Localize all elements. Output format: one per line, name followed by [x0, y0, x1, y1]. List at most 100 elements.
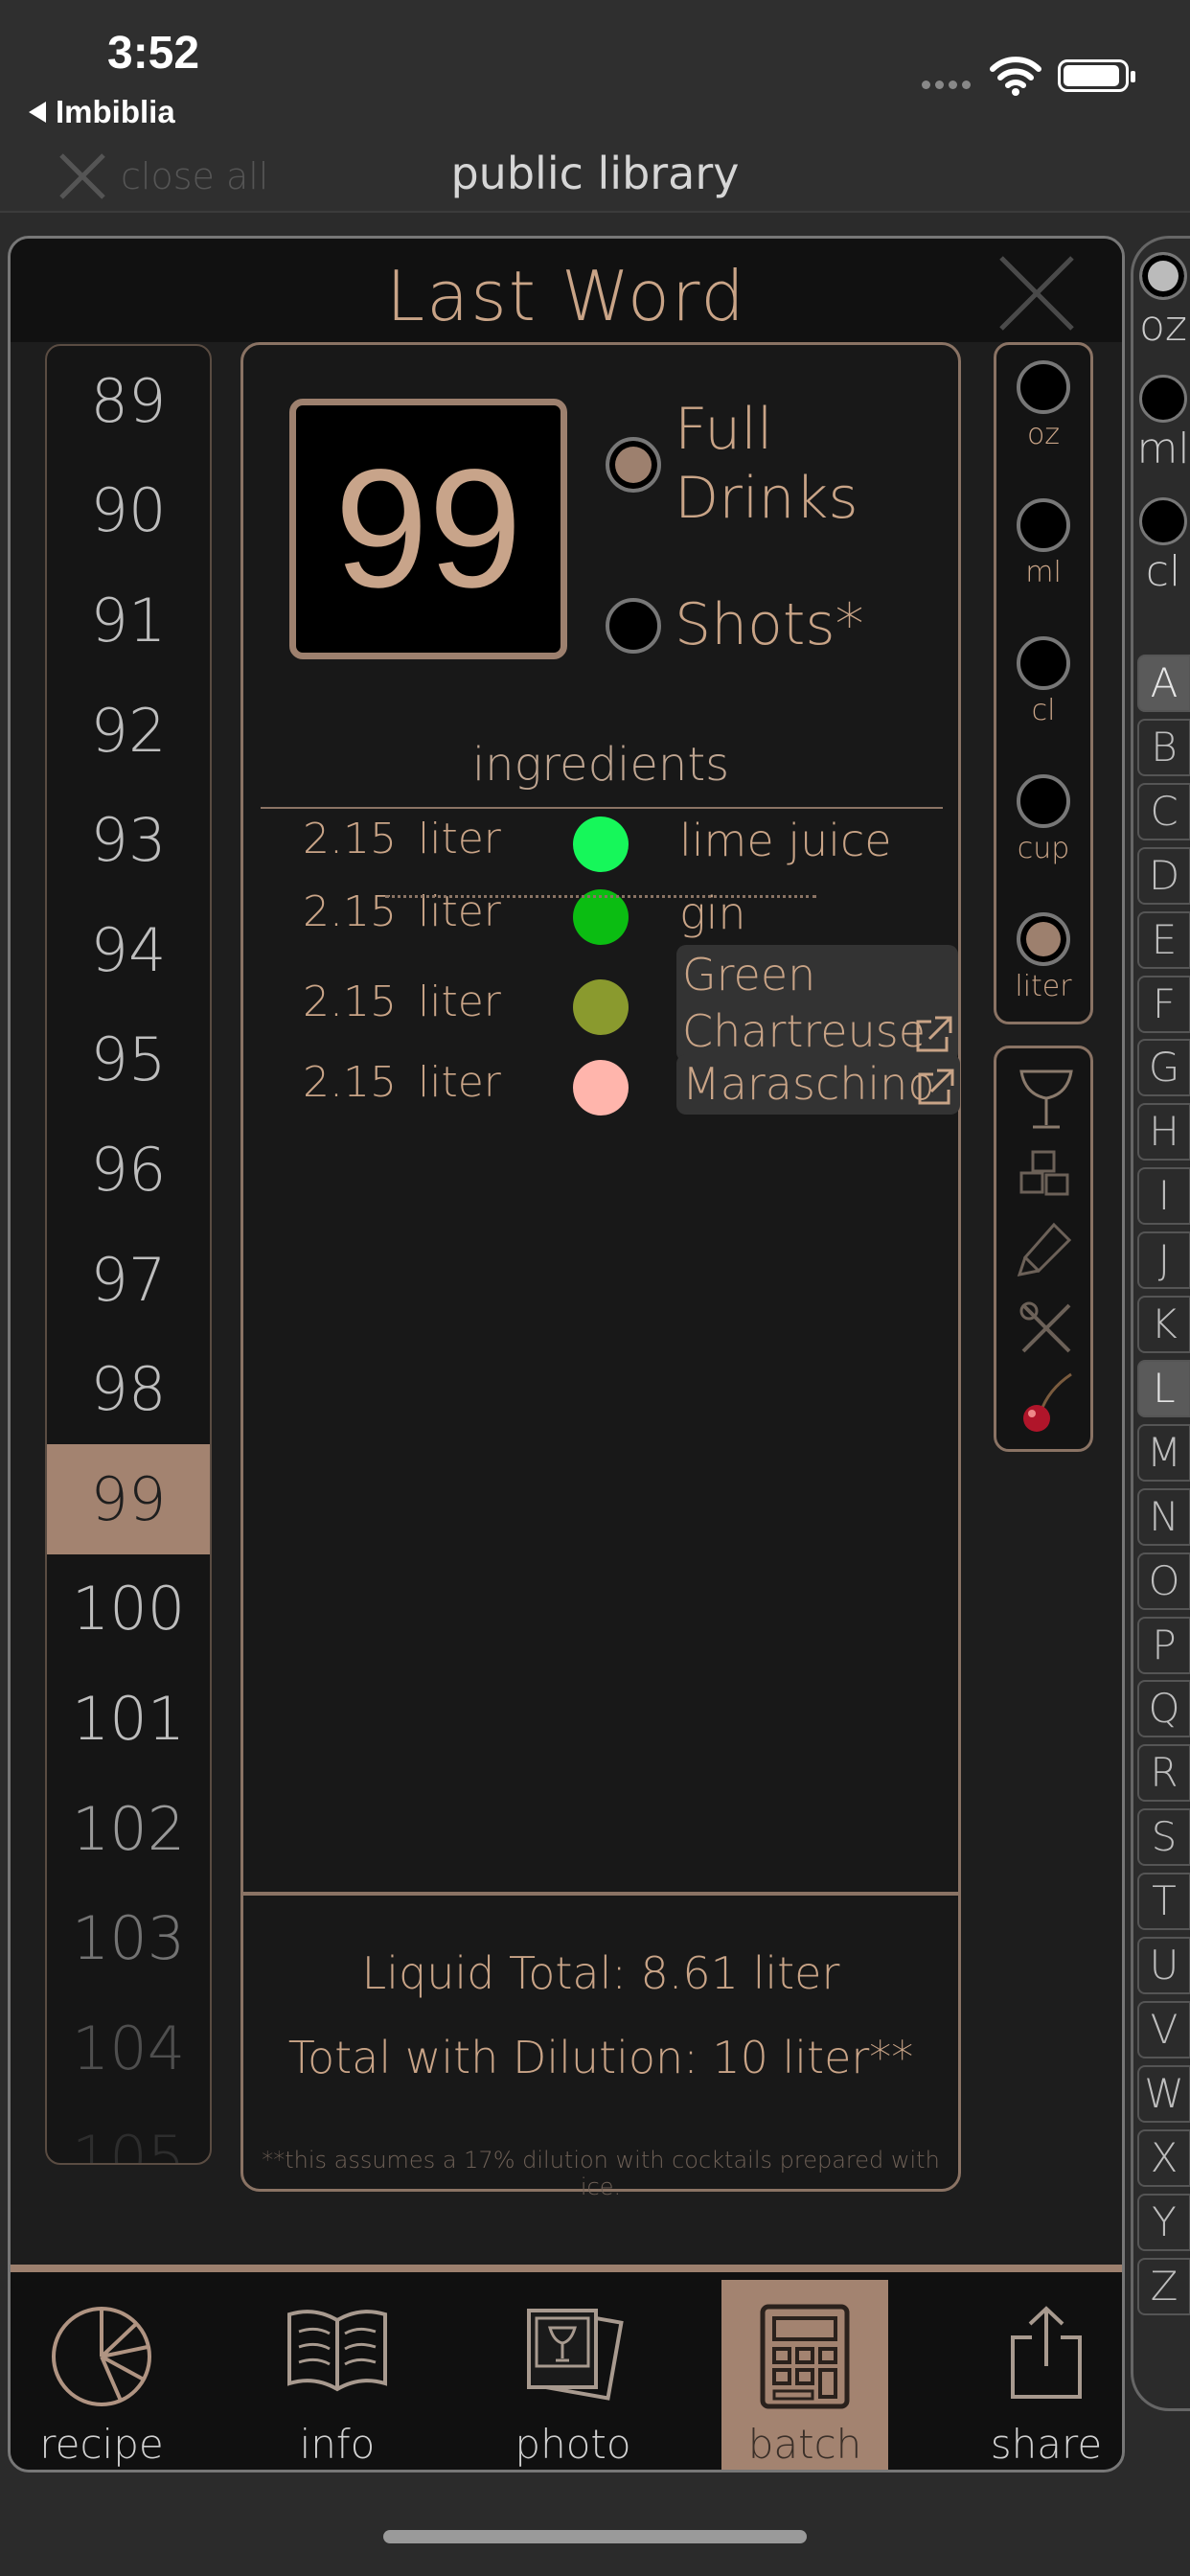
quantity-option[interactable]: 100 [47, 1554, 210, 1665]
wifi-icon [989, 56, 1042, 100]
full-drinks-label: Full Drinks [675, 396, 858, 532]
card-title: Last Word [386, 256, 746, 336]
index-letter-f[interactable]: F [1137, 975, 1190, 1033]
calculator-icon [760, 2304, 850, 2409]
quantity-option[interactable]: 91 [47, 565, 210, 676]
tab-bar: recipe info photo batch share [11, 2265, 1122, 2470]
tab-label: share [990, 2421, 1103, 2468]
quantity-option[interactable]: 97 [47, 1225, 210, 1335]
dotted-separator [385, 895, 816, 898]
recipe-card: Last Word 89 90 91 92 93 94 95 96 97 98 99 100 101 10… [8, 236, 1125, 2472]
quantity-option[interactable]: 102 [47, 1774, 210, 1884]
index-letter-m[interactable]: M [1137, 1423, 1190, 1482]
index-letter-n[interactable]: N [1137, 1487, 1190, 1546]
quantity-option[interactable]: 90 [47, 456, 210, 566]
cherry-icon[interactable] [1016, 1370, 1077, 1438]
cellular-signal-icon [922, 80, 971, 89]
index-letter-p[interactable]: P [1137, 1616, 1190, 1674]
glass-icon[interactable] [1016, 1066, 1077, 1133]
ingredient-link[interactable]: Maraschino [676, 1054, 960, 1115]
home-indicator [383, 2530, 807, 2543]
index-letter-o[interactable]: O [1137, 1552, 1190, 1610]
index-letter-u[interactable]: U [1137, 1937, 1190, 1994]
quantity-option[interactable]: 96 [47, 1115, 210, 1225]
quantity-option[interactable]: 101 [47, 1664, 210, 1774]
tab-share[interactable]: share [963, 2280, 1122, 2470]
shots-radio[interactable] [606, 598, 661, 654]
quantity-picker[interactable]: 89 90 91 92 93 94 95 96 97 98 99 100 101 102 103 104 105 [45, 344, 212, 2165]
side-unit-label: oz [1138, 302, 1187, 351]
quantity-option[interactable]: 89 [47, 346, 210, 456]
quantity-option[interactable]: 99 [47, 1443, 210, 1554]
tab-recipe[interactable]: recipe [18, 2280, 185, 2470]
tab-info[interactable]: info [254, 2280, 421, 2470]
index-letter-j[interactable]: J [1137, 1231, 1190, 1290]
index-letter-k[interactable]: K [1137, 1296, 1190, 1353]
ingredient-unit: liter [418, 978, 501, 1026]
quantity-option[interactable]: 98 [47, 1334, 210, 1444]
index-letter-b[interactable]: B [1137, 718, 1190, 776]
index-letter-i[interactable]: I [1137, 1167, 1190, 1226]
batch-panel: 99 Full Drinks Shots* ingredients 2.15 li… [240, 342, 961, 2200]
side-unit-label: ml [1136, 425, 1190, 473]
unit-option-ml[interactable]: ml [996, 498, 1090, 589]
count-display: 99 [289, 399, 567, 659]
index-letter-s[interactable]: S [1137, 1808, 1190, 1867]
quantity-option[interactable]: 93 [47, 785, 210, 895]
quantity-option[interactable]: 104 [47, 1993, 210, 2104]
unit-radio[interactable] [1017, 360, 1070, 414]
quantity-option[interactable]: 103 [47, 1883, 210, 1993]
ingredient-link[interactable]: Green Chartreuse [676, 945, 958, 1062]
back-to-app[interactable]: Imbiblia [29, 94, 175, 130]
quantity-option[interactable]: 105 [47, 2104, 210, 2163]
ingredient-name: Maraschino [682, 1058, 935, 1110]
index-letter-e[interactable]: E [1137, 910, 1190, 969]
ingredient-color-dot [573, 816, 629, 872]
ingredient-color-dot [573, 1060, 629, 1116]
ice-icon[interactable] [1016, 1148, 1077, 1202]
index-letter-w[interactable]: W [1137, 2064, 1190, 2123]
tab-photo[interactable]: photo [490, 2280, 656, 2470]
quantity-option[interactable]: 92 [47, 676, 210, 786]
unit-radio[interactable] [1017, 498, 1070, 552]
card-close-button[interactable] [997, 254, 1076, 336]
tab-batch[interactable]: batch [721, 2280, 888, 2470]
index-letter-q[interactable]: Q [1137, 1680, 1190, 1738]
app-root: 3:52 Imbiblia close all public library L… [0, 0, 1190, 2576]
index-letter-r[interactable]: R [1137, 1744, 1190, 1803]
index-letter-l[interactable]: L [1137, 1359, 1190, 1417]
quantity-option[interactable]: 95 [47, 1005, 210, 1116]
unit-option-liter[interactable]: liter [996, 912, 1090, 1003]
index-letter-x[interactable]: X [1137, 2128, 1190, 2187]
index-letter-t[interactable]: T [1137, 1873, 1190, 1931]
quantity-option[interactable]: 94 [47, 895, 210, 1005]
ingredient-amount: 2.15 [303, 978, 397, 1026]
index-letter-v[interactable]: V [1137, 2000, 1190, 2058]
bar-tools-icon[interactable] [1016, 1298, 1077, 1359]
dilution-total: Total with Dilution: 10 liter** [287, 2032, 914, 2083]
unit-radio[interactable] [1017, 774, 1070, 828]
unit-option-cup[interactable]: cup [996, 774, 1090, 865]
index-letter-y[interactable]: Y [1137, 2193, 1190, 2251]
side-unit-radio-ml[interactable] [1139, 375, 1187, 423]
index-letter-g[interactable]: G [1137, 1039, 1190, 1097]
side-unit-radio-cl[interactable] [1139, 497, 1187, 545]
index-letter-a[interactable]: A [1137, 655, 1190, 712]
side-unit-label: cl [1145, 547, 1181, 596]
index-letter-z[interactable]: Z [1137, 2257, 1190, 2315]
share-icon [1011, 2306, 1082, 2399]
unit-radio[interactable] [1017, 636, 1070, 690]
shaker-icon[interactable] [1016, 1219, 1077, 1280]
index-letter-h[interactable]: H [1137, 1103, 1190, 1162]
ingredient-unit: liter [418, 815, 501, 863]
unit-option-cl[interactable]: cl [996, 636, 1090, 727]
unit-option-oz[interactable]: oz [996, 360, 1090, 451]
index-letter-d[interactable]: D [1137, 846, 1190, 905]
full-drinks-radio[interactable] [606, 437, 661, 493]
index-letter-c[interactable]: C [1137, 782, 1190, 840]
tools-panel [994, 1046, 1093, 1452]
side-unit-radio-oz[interactable] [1139, 252, 1187, 300]
book-icon [287, 2310, 387, 2392]
unit-radio[interactable] [1017, 912, 1070, 966]
back-app-label: Imbiblia [56, 94, 175, 129]
